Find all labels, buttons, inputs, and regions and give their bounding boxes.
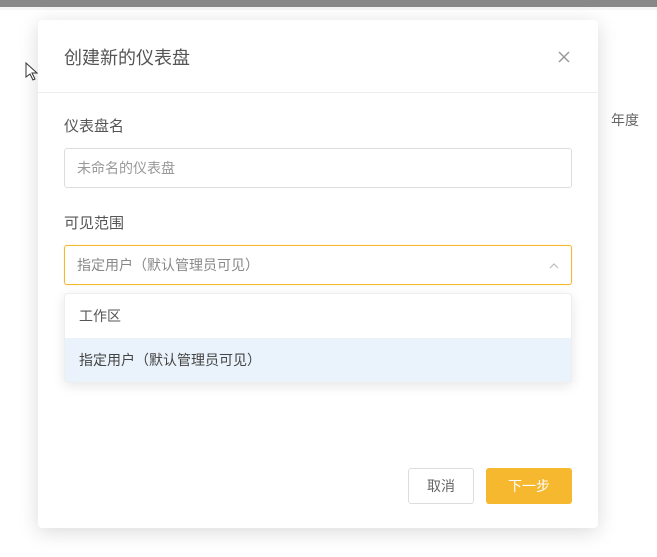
dropdown-option-specified[interactable]: 指定用户（默认管理员可见）	[65, 338, 571, 382]
modal-footer: 取消 下一步	[38, 448, 598, 528]
scope-select-value: 指定用户（默认管理员可见）	[77, 255, 259, 275]
modal-header: 创建新的仪表盘	[38, 20, 598, 93]
scope-select[interactable]: 指定用户（默认管理员可见）	[64, 245, 572, 285]
cancel-button[interactable]: 取消	[408, 468, 474, 504]
modal-body: 仪表盘名 可见范围 指定用户（默认管理员可见） 工作区 指定用户（默认管理员可见…	[38, 93, 598, 448]
close-icon[interactable]	[556, 49, 572, 65]
next-button[interactable]: 下一步	[486, 468, 572, 504]
visibility-scope-field: 可见范围 指定用户（默认管理员可见） 工作区 指定用户（默认管理员可见）	[64, 212, 572, 285]
dropdown-option-workspace[interactable]: 工作区	[65, 294, 571, 338]
modal-title: 创建新的仪表盘	[64, 44, 190, 70]
scope-select-wrapper: 指定用户（默认管理员可见） 工作区 指定用户（默认管理员可见）	[64, 245, 572, 285]
dashboard-name-field: 仪表盘名	[64, 115, 572, 188]
scope-field-label: 可见范围	[64, 212, 572, 233]
chevron-up-icon	[548, 259, 560, 271]
create-dashboard-modal: 创建新的仪表盘 仪表盘名 可见范围 指定用户（默认管理员可见） 工作区 指定用户…	[38, 20, 598, 528]
name-field-label: 仪表盘名	[64, 115, 572, 136]
year-label: 年度	[611, 110, 639, 130]
dashboard-name-input[interactable]	[64, 148, 572, 188]
scope-dropdown: 工作区 指定用户（默认管理员可见）	[64, 293, 572, 383]
top-bar	[0, 0, 657, 7]
